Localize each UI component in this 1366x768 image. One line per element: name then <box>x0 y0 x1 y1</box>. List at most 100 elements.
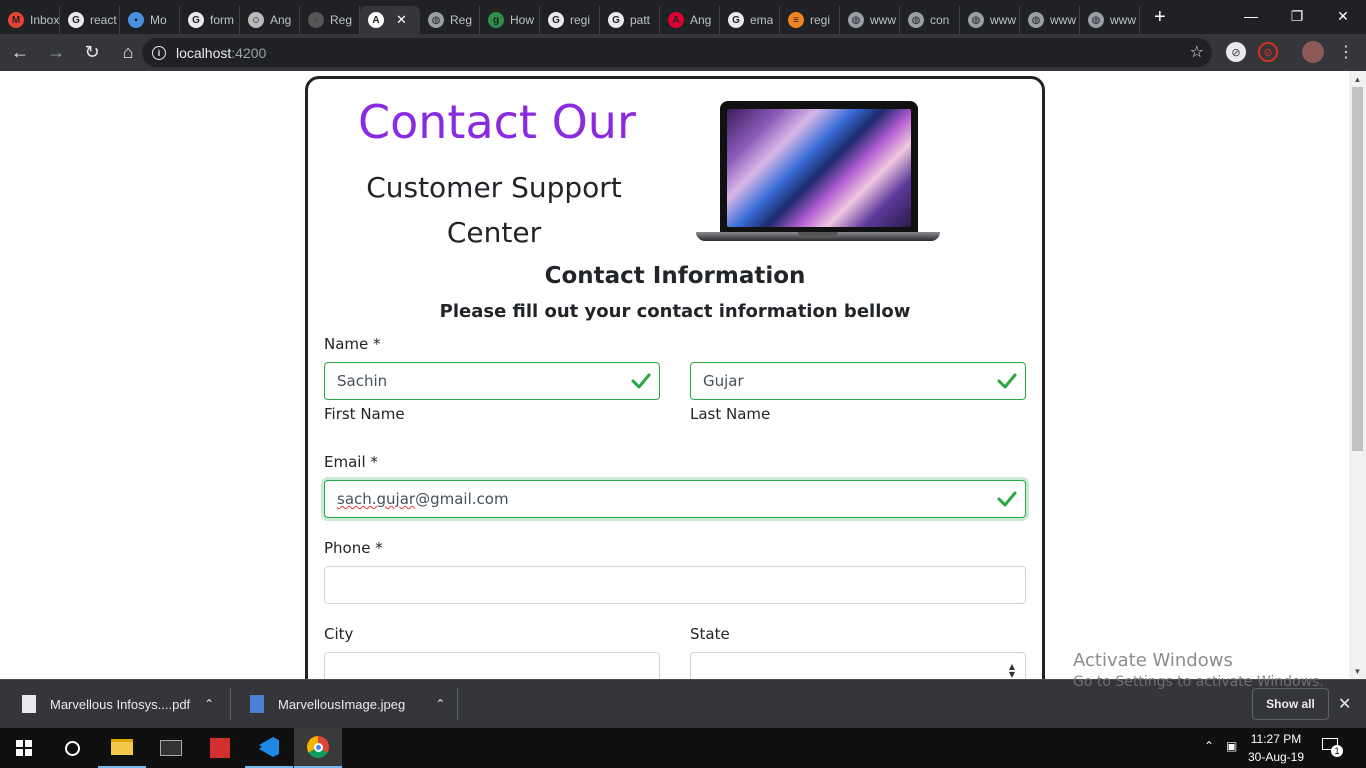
clock-time: 11:27 PM <box>1250 732 1302 746</box>
browser-tab[interactable]: ◍ Reg <box>420 6 480 34</box>
address-bar[interactable]: i localhost:4200 ☆ <box>142 38 1212 67</box>
contact-form-card: Contact Our Customer Support Center Cont… <box>305 76 1045 679</box>
state-select[interactable]: ▲ ▼ <box>690 652 1026 679</box>
last-name-value: Gujar <box>703 372 744 390</box>
globe-icon: ◍ <box>1028 12 1044 28</box>
globe-icon: ◍ <box>968 12 984 28</box>
forward-arrow-icon[interactable]: → <box>40 37 72 69</box>
tray-chevron-up-icon[interactable]: ⌃ <box>1204 739 1214 753</box>
restore-icon[interactable]: ❐ <box>1274 0 1320 32</box>
profile-avatar[interactable] <box>1302 41 1324 63</box>
page-scrollbar[interactable]: ▲ ▼ <box>1349 71 1366 679</box>
extension-block-icon[interactable]: ⊘ <box>1226 42 1246 62</box>
browser-tab[interactable]: ◍ con <box>900 6 960 34</box>
show-all-button[interactable]: Show all <box>1252 688 1329 720</box>
image-file-icon <box>250 695 264 713</box>
page-heading: Contact Our <box>358 95 636 149</box>
divider <box>457 688 458 720</box>
terminal-icon[interactable] <box>147 728 195 768</box>
extension-adblock-icon[interactable]: ⊘ <box>1258 42 1278 62</box>
browser-tab[interactable]: ▫ Reg <box>300 6 360 34</box>
tab-title: regi <box>570 13 591 27</box>
browser-tab[interactable]: Gregi <box>540 6 600 34</box>
avatar-icon: ☺ <box>248 12 264 28</box>
page-viewport: Contact Our Customer Support Center Cont… <box>0 71 1366 679</box>
browser-tab[interactable]: ☺ Ang <box>240 6 300 34</box>
tab-title: con <box>930 13 950 27</box>
last-name-input[interactable]: Gujar <box>690 362 1026 400</box>
acrobat-icon[interactable] <box>196 728 244 768</box>
search-circle-icon[interactable] <box>48 728 96 768</box>
subheading-line-2: Center <box>446 216 542 249</box>
pdf-file-icon <box>22 695 36 713</box>
browser-tab[interactable]: ◍ www <box>840 6 900 34</box>
tab-title: Mo <box>150 13 167 27</box>
chevron-up-icon[interactable]: ⌃ <box>435 697 445 711</box>
new-tab-button[interactable]: + <box>1154 6 1174 29</box>
menu-kebab-icon[interactable]: ⋮ <box>1336 42 1356 62</box>
vscode-icon[interactable] <box>245 728 293 768</box>
bookmark-star-icon[interactable]: ☆ <box>1190 42 1204 62</box>
file-explorer-icon[interactable] <box>98 728 146 768</box>
angular-icon: A <box>368 12 384 28</box>
email-label: Email * <box>324 453 378 471</box>
page-icon: ▫ <box>308 12 324 28</box>
tab-title: Reg <box>450 13 473 27</box>
valid-check-icon <box>997 491 1017 507</box>
browser-tab[interactable]: ◍ www <box>960 6 1020 34</box>
angular-icon: A <box>668 12 684 28</box>
browser-toolbar: ← → ↻ ⌂ i localhost:4200 ☆ ⊘ ⊘ ⋮ <box>0 34 1366 71</box>
close-window-icon[interactable]: ✕ <box>1320 0 1366 32</box>
browser-tab[interactable]: Gema <box>720 6 780 34</box>
browser-tab[interactable]: M Inbox <box>0 6 60 34</box>
notifications-icon[interactable]: 1 <box>1322 738 1343 757</box>
email-value-domain: @gmail.com <box>415 490 509 508</box>
tab-title: Ang <box>270 13 292 27</box>
google-icon: G <box>68 12 84 28</box>
chrome-icon[interactable] <box>294 728 342 768</box>
scroll-up-icon[interactable]: ▲ <box>1349 71 1366 87</box>
home-icon[interactable]: ⌂ <box>112 37 144 69</box>
download-item-pdf[interactable]: Marvellous Infosys....pdf ⌃ <box>22 680 214 728</box>
chevron-up-icon[interactable]: ⌃ <box>204 697 214 711</box>
scroll-down-icon[interactable]: ▼ <box>1349 663 1366 679</box>
browser-tab[interactable]: Greact <box>60 6 120 34</box>
browser-tab[interactable]: ▪ Mo <box>120 6 180 34</box>
google-icon: G <box>548 12 564 28</box>
browser-tab[interactable]: AA✕ <box>360 6 420 34</box>
phone-input[interactable] <box>324 566 1026 604</box>
google-icon: G <box>188 12 204 28</box>
laptop-notch <box>798 232 838 236</box>
windows-start-icon[interactable] <box>0 728 48 768</box>
first-name-input[interactable]: Sachin <box>324 362 660 400</box>
url-port: :4200 <box>231 44 267 61</box>
tab-strip: MInboxGreact▪MoGform☺Ang▫RegAA✕◍ReggHowG… <box>0 0 1366 34</box>
page-subheading: Customer Support Center <box>348 165 640 255</box>
network-icon[interactable]: ▣ <box>1226 739 1237 753</box>
browser-tab[interactable]: Gpatt <box>600 6 660 34</box>
tab-title: patt <box>630 13 651 27</box>
taskbar-clock[interactable]: 11:27 PM 30-Aug-19 <box>1246 730 1306 766</box>
email-input[interactable]: sach.gujar@gmail.com <box>324 480 1026 518</box>
minimize-icon[interactable]: — <box>1228 0 1274 32</box>
city-input[interactable] <box>324 652 660 679</box>
browser-tab[interactable]: ≡ regi <box>780 6 840 34</box>
browser-tab[interactable]: A Ang <box>660 6 720 34</box>
tab-title: Inbox <box>30 13 59 27</box>
back-arrow-icon[interactable]: ← <box>4 37 36 69</box>
first-name-value: Sachin <box>337 372 388 390</box>
reload-icon[interactable]: ↻ <box>76 37 108 69</box>
browser-tab[interactable]: ◍ www <box>1020 6 1080 34</box>
download-item-jpeg[interactable]: MarvellousImage.jpeg ⌃ <box>250 680 445 728</box>
close-downloads-icon[interactable]: ✕ <box>1338 694 1351 714</box>
site-info-icon[interactable]: i <box>152 45 166 60</box>
close-tab-icon[interactable]: ✕ <box>396 12 407 28</box>
scrollbar-thumb[interactable] <box>1352 87 1363 451</box>
tab-title: www <box>870 13 896 27</box>
browser-tab[interactable]: g How <box>480 6 540 34</box>
browser-tab[interactable]: ◍ www <box>1080 6 1140 34</box>
divider <box>230 688 231 720</box>
email-value: sach.gujar@gmail.com <box>337 490 509 508</box>
url-text[interactable]: localhost:4200 <box>176 45 266 61</box>
browser-tab[interactable]: Gform <box>180 6 240 34</box>
